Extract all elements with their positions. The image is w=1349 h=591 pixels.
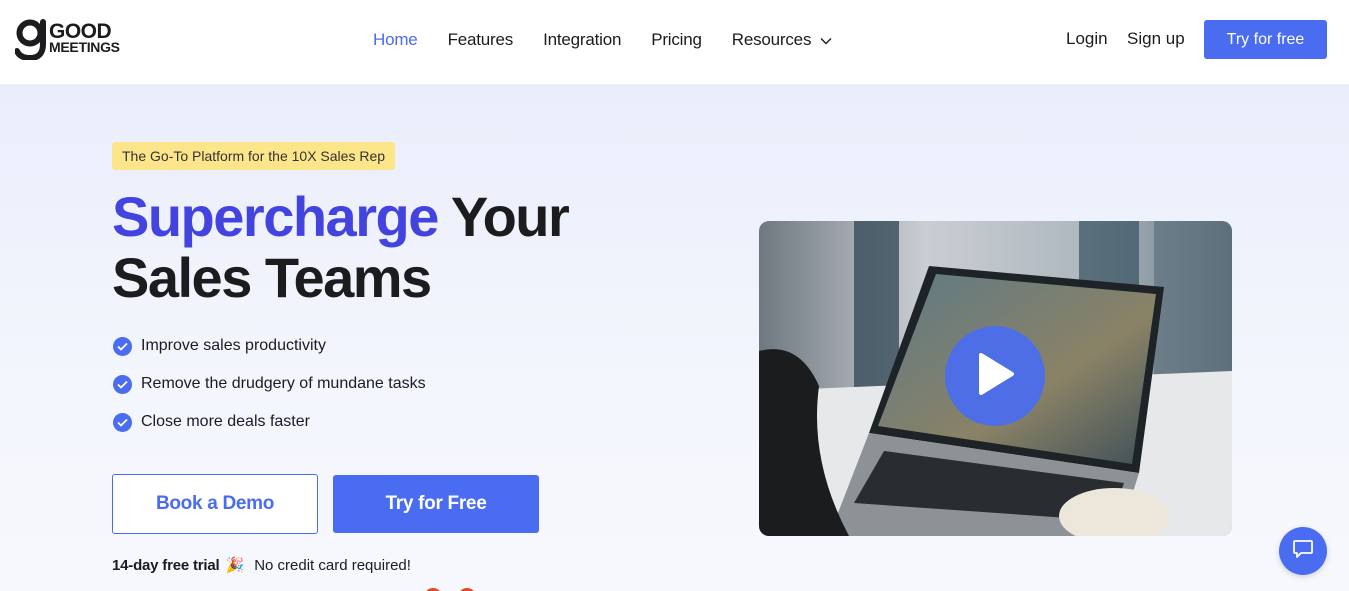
chat-bubble-icon: [1292, 539, 1314, 564]
nav-link-pricing[interactable]: Pricing: [651, 30, 702, 50]
nav-link-resources-label: Resources: [731, 29, 812, 49]
signup-link[interactable]: Sign up: [1127, 29, 1185, 49]
g-logo-icon: [14, 18, 47, 62]
nav-try-free-button[interactable]: Try for free: [1204, 20, 1327, 59]
feature-text: Close more deals faster: [141, 413, 310, 430]
book-demo-button[interactable]: Book a Demo: [112, 474, 318, 534]
nav-link-features[interactable]: Features: [448, 30, 514, 50]
play-button[interactable]: [945, 326, 1045, 426]
play-icon: [975, 352, 1015, 401]
headline-part-2: Sales Teams: [112, 246, 432, 309]
brand-logo[interactable]: GOOD MEETINGS: [14, 18, 120, 62]
product-video-thumbnail[interactable]: [759, 221, 1232, 536]
nav-link-home[interactable]: Home: [373, 30, 418, 50]
nav-link-resources[interactable]: Resources: [732, 30, 832, 51]
hero-tagline-badge: The Go-To Platform for the 10X Sales Rep: [112, 142, 396, 170]
hero-headline: Supercharge Your Sales Teams: [112, 186, 632, 308]
login-link[interactable]: Login: [1066, 29, 1108, 49]
feature-item: Remove the drudgery of mundane tasks: [113, 372, 426, 396]
main-nav: Home Features Integration Pricing Resour…: [373, 29, 862, 51]
trial-note: 14-day free trial 🎉 No credit card requi…: [112, 556, 411, 575]
no-credit-card-note: No credit card required!: [254, 556, 411, 574]
brand-line-2: MEETINGS: [49, 38, 120, 55]
feature-item: Close more deals faster: [113, 410, 426, 434]
check-circle-icon: [113, 336, 132, 356]
chat-widget-button[interactable]: [1279, 527, 1327, 575]
top-navbar: GOOD MEETINGS Home Features Integration …: [0, 0, 1349, 84]
try-for-free-button[interactable]: Try for Free: [333, 475, 539, 533]
feature-list: Improve sales productivity Remove the dr…: [113, 334, 426, 448]
party-popper-icon: 🎉: [225, 557, 245, 574]
feature-text: Remove the drudgery of mundane tasks: [141, 375, 426, 392]
check-circle-icon: [113, 412, 132, 432]
brand-wordmark: GOOD MEETINGS: [49, 19, 120, 56]
headline-part-1: Your: [437, 185, 570, 248]
feature-item: Improve sales productivity: [113, 334, 426, 358]
trial-duration: 14-day free trial: [112, 556, 220, 574]
check-circle-icon: [113, 374, 132, 394]
headline-accent-word: Supercharge: [112, 185, 439, 248]
nav-link-integration[interactable]: Integration: [543, 30, 621, 50]
feature-text: Improve sales productivity: [141, 337, 326, 354]
chevron-down-icon: [820, 30, 832, 50]
brand-line-1: GOOD: [49, 19, 112, 43]
